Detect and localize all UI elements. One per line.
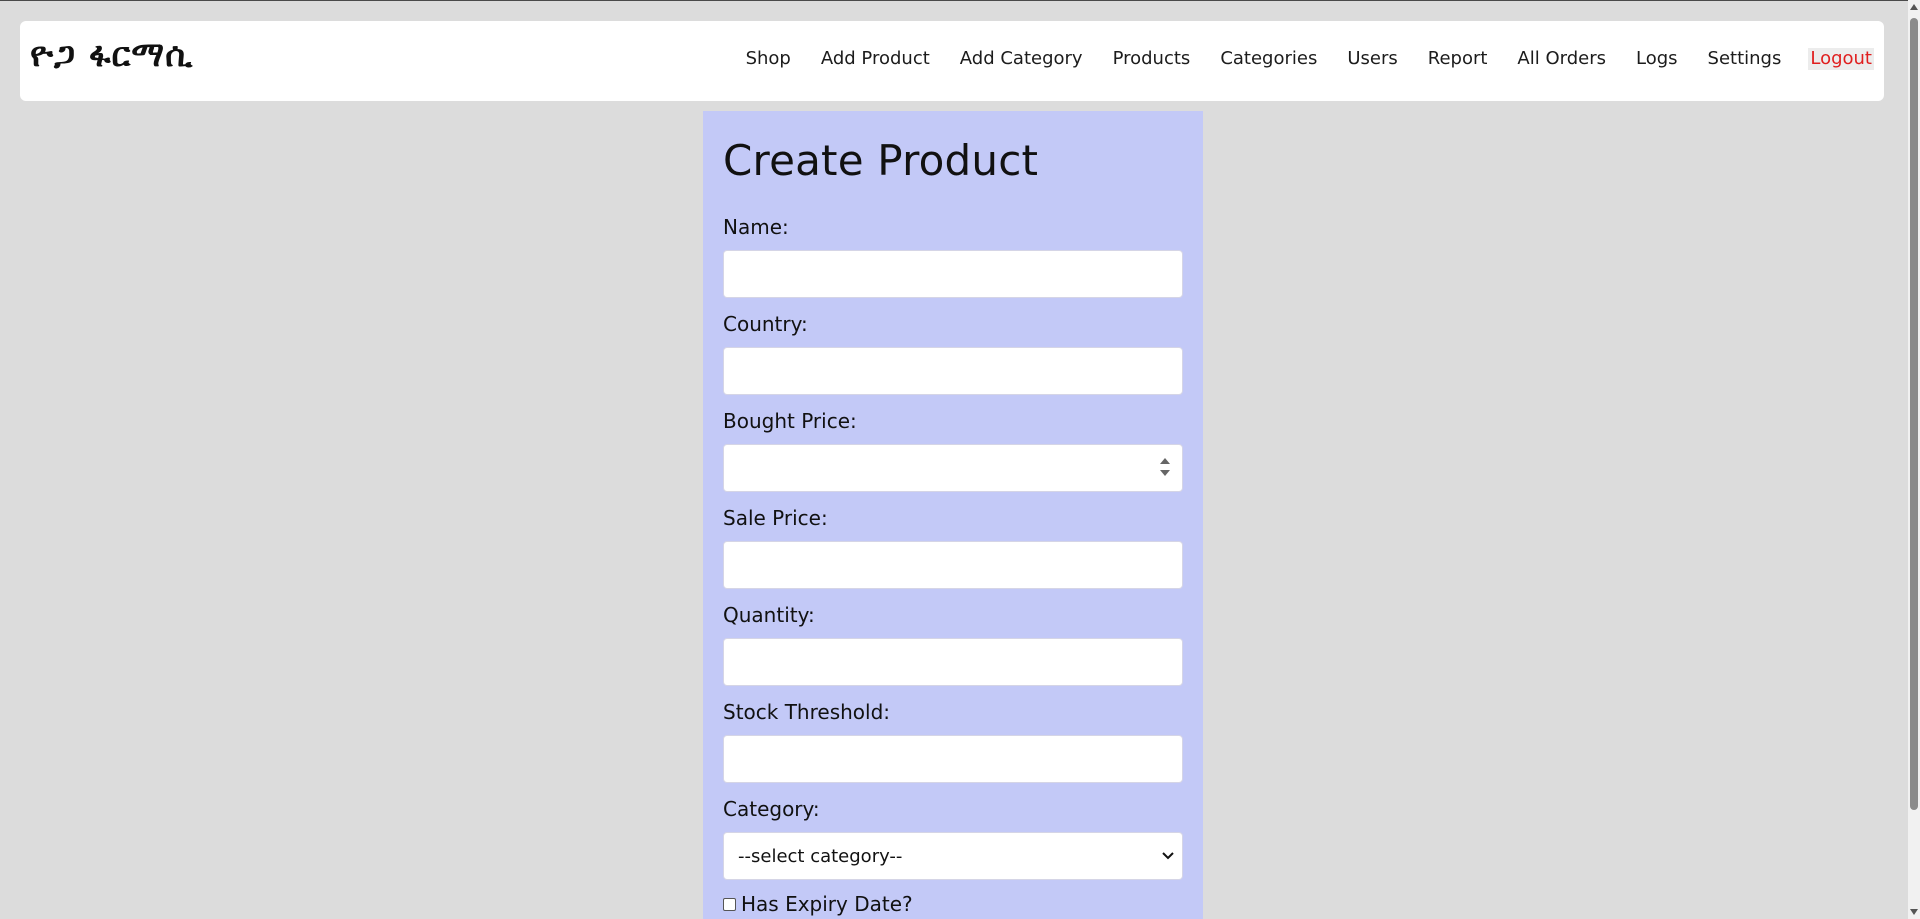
- brand-logo[interactable]: ዮጋ ፋርማሲ: [30, 35, 193, 76]
- window-top-border: [0, 0, 1920, 1]
- sale-price-input[interactable]: [723, 541, 1183, 589]
- scrollbar-thumb[interactable]: [1910, 18, 1918, 810]
- nav-link-all-orders[interactable]: All Orders: [1517, 48, 1606, 70]
- has-expiry-label: Has Expiry Date?: [741, 892, 913, 916]
- chevron-down-icon: [1162, 852, 1174, 860]
- quantity-label: Quantity:: [723, 603, 815, 627]
- nav-link-users[interactable]: Users: [1347, 48, 1397, 70]
- create-product-form: Create Product Name: Country: Bought Pri…: [703, 111, 1203, 919]
- nav-link-logs[interactable]: Logs: [1636, 48, 1678, 70]
- number-spinner-icon[interactable]: [1160, 458, 1170, 480]
- category-label: Category:: [723, 797, 820, 821]
- stock-threshold-label: Stock Threshold:: [723, 700, 891, 724]
- category-select[interactable]: --select category--: [723, 832, 1183, 880]
- category-select-value: --select category--: [738, 846, 903, 867]
- nav-link-add-category[interactable]: Add Category: [960, 48, 1083, 70]
- nav-link-settings[interactable]: Settings: [1708, 48, 1782, 70]
- nav-link-products[interactable]: Products: [1113, 48, 1191, 70]
- vertical-scrollbar[interactable]: [1908, 0, 1920, 919]
- name-label: Name:: [723, 215, 789, 239]
- spinner-down-icon[interactable]: [1160, 470, 1170, 476]
- nav-link-report[interactable]: Report: [1428, 48, 1488, 70]
- sale-price-label: Sale Price:: [723, 506, 828, 530]
- form-title: Create Product: [723, 136, 1039, 185]
- scroll-up-icon[interactable]: [1910, 4, 1918, 10]
- name-input[interactable]: [723, 250, 1183, 298]
- spinner-up-icon[interactable]: [1160, 458, 1170, 464]
- nav-link-categories[interactable]: Categories: [1220, 48, 1317, 70]
- scroll-down-icon[interactable]: [1910, 909, 1918, 915]
- stock-threshold-input[interactable]: [723, 735, 1183, 783]
- bought-price-input[interactable]: [723, 444, 1183, 492]
- has-expiry-row: Has Expiry Date?: [723, 892, 913, 916]
- has-expiry-checkbox[interactable]: [723, 897, 736, 911]
- nav-link-shop[interactable]: Shop: [746, 48, 791, 70]
- quantity-input[interactable]: [723, 638, 1183, 686]
- country-input[interactable]: [723, 347, 1183, 395]
- country-label: Country:: [723, 312, 808, 336]
- top-navbar: ዮጋ ፋርማሲ Shop Add Product Add Category Pr…: [20, 21, 1884, 101]
- nav-link-add-product[interactable]: Add Product: [821, 48, 930, 70]
- nav-menu: Shop Add Product Add Category Products C…: [716, 48, 1874, 70]
- bought-price-label: Bought Price:: [723, 409, 857, 433]
- logout-link[interactable]: Logout: [1808, 48, 1874, 70]
